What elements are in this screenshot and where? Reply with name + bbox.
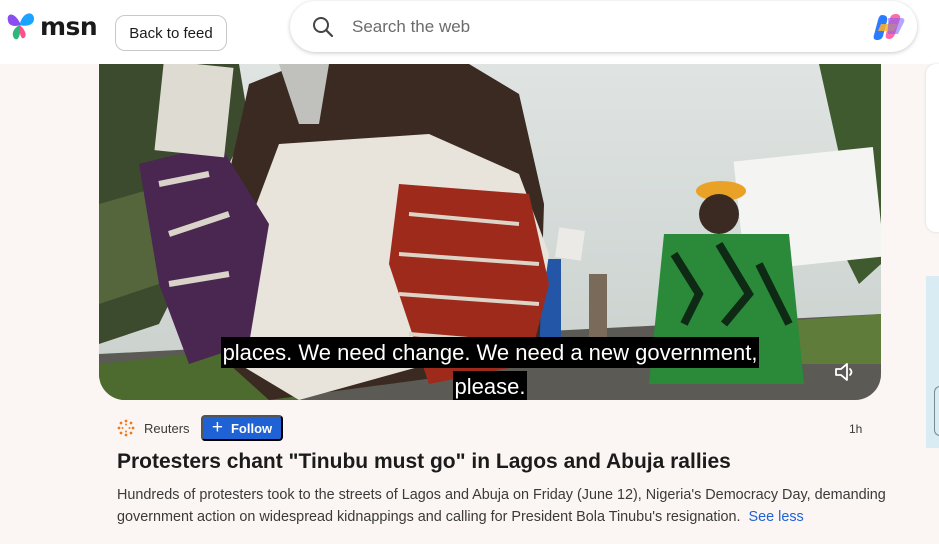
see-less-link[interactable]: See less (749, 509, 804, 525)
speaker-icon[interactable] (833, 360, 857, 384)
follow-label: Follow (230, 420, 273, 436)
copilot-icon[interactable] (872, 12, 906, 42)
plus-icon: + (211, 416, 223, 438)
publisher-name[interactable]: Reuters (144, 421, 190, 436)
article-headline: Protesters chant "Tinubu must go" in Lag… (117, 450, 731, 473)
caption-line-2: please. (99, 370, 881, 400)
article-summary: Hundreds of protesters took to the stree… (117, 484, 887, 528)
follow-button[interactable]: + Follow (201, 415, 283, 441)
reuters-logo-icon[interactable] (117, 419, 135, 437)
timestamp: 1h (849, 422, 863, 436)
caption-text-1: places. We need change. We need a new go… (220, 337, 760, 368)
video-player[interactable]: places. We need change. We need a new go… (99, 64, 881, 400)
side-card[interactable] (926, 64, 939, 232)
top-bar: msn Back to feed (0, 0, 939, 64)
search-box[interactable] (290, 1, 917, 52)
search-input[interactable] (352, 13, 852, 41)
caption-text-2: please. (452, 371, 528, 400)
side-panel-handle[interactable] (934, 386, 939, 436)
logo-text: msn (40, 11, 98, 41)
butterfly-icon (7, 13, 34, 40)
msn-logo[interactable]: msn (6, 9, 98, 43)
side-panel[interactable] (926, 276, 939, 448)
back-to-feed-button[interactable]: Back to feed (115, 15, 227, 51)
search-icon[interactable] (312, 16, 334, 38)
caption-line-1: places. We need change. We need a new go… (99, 336, 881, 369)
